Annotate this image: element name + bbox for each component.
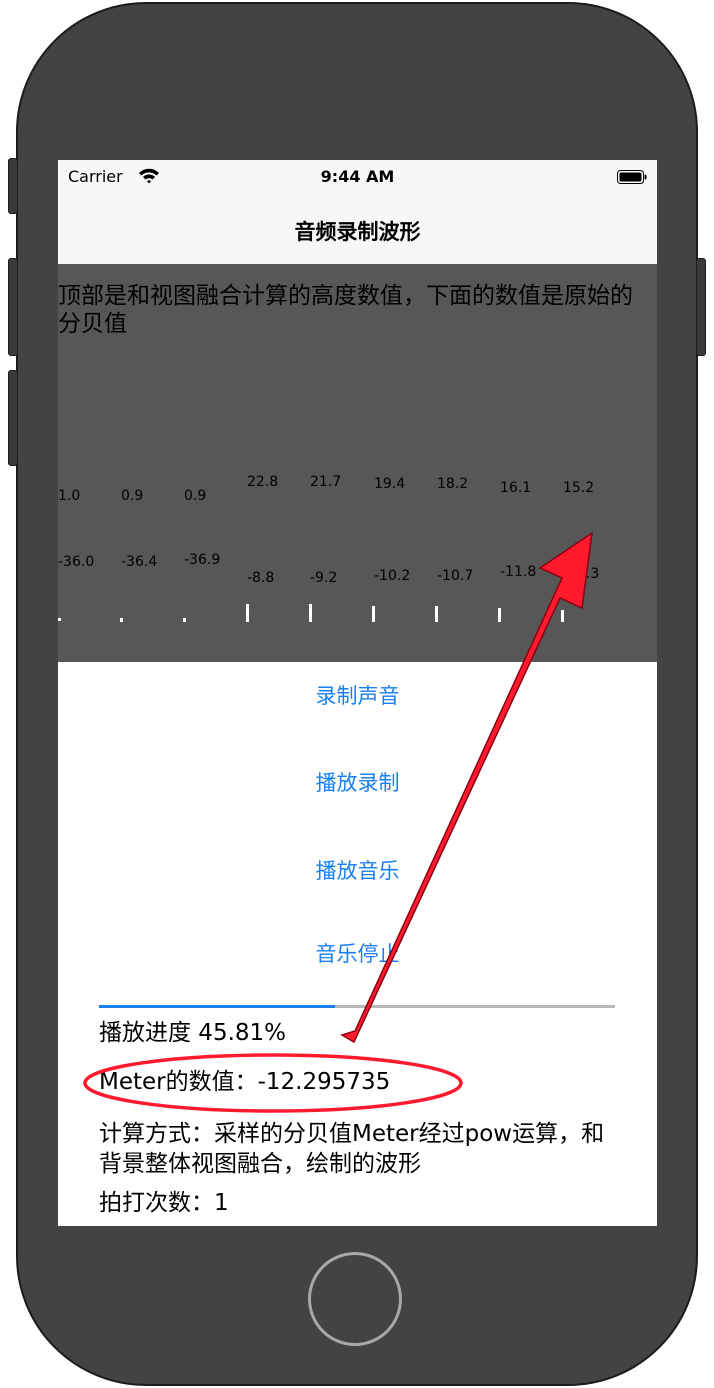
waveform-decibel-value: -10.7 <box>437 568 474 584</box>
waveform-height-value: 0.9 <box>184 488 207 504</box>
waveform-bar <box>372 606 375 622</box>
waveform-description: 顶部是和视图融合计算的高度数值，下面的数值是原始的分贝值 <box>58 283 633 337</box>
waveform-height-value: 0.9 <box>121 488 144 504</box>
record-button[interactable]: 录制声音 <box>58 676 657 716</box>
meter-value-label: Meter的数值：-12.295735 <box>99 1069 391 1095</box>
navigation-bar: 音频录制波形 <box>58 196 657 264</box>
waveform-height-value: 21.7 <box>310 474 342 490</box>
waveform-decibel-value: -36.9 <box>184 552 221 568</box>
waveform-height-value: 15.2 <box>563 480 595 496</box>
home-button[interactable] <box>308 1252 402 1346</box>
battery-icon <box>617 170 647 184</box>
calculation-method-label: 计算方式：采样的分贝值Meter经过pow运算，和背景整体视图融合，绘制的波形 <box>99 1121 605 1177</box>
status-time: 9:44 AM <box>320 167 395 186</box>
waveform-bar <box>498 608 501 622</box>
waveform-bar <box>561 610 564 622</box>
waveform-decibel-value: -10.2 <box>374 568 411 584</box>
page-title: 音频录制波形 <box>294 220 421 244</box>
power-button <box>696 258 706 356</box>
play-recording-button[interactable]: 播放录制 <box>58 763 657 803</box>
volume-up-button <box>8 258 18 356</box>
waveform-decibel-value: -9.2 <box>310 570 338 586</box>
waveform-height-value: 18.2 <box>437 476 469 492</box>
mute-switch <box>8 158 18 214</box>
status-bar: Carrier 9:44 AM <box>58 160 657 196</box>
waveform-bar <box>58 618 61 621</box>
waveform-decibel-value: -8.8 <box>247 570 275 586</box>
playback-progress-fill <box>99 1005 336 1008</box>
waveform-bar <box>435 606 438 622</box>
stop-music-button[interactable]: 音乐停止 <box>58 934 657 974</box>
waveform-height-value: 22.8 <box>247 474 279 490</box>
waveform-bar <box>183 618 186 622</box>
play-music-button[interactable]: 播放音乐 <box>58 851 657 891</box>
waveform-decibel-value: -11.8 <box>500 564 537 580</box>
waveform-bar <box>120 618 123 622</box>
waveform-view: 顶部是和视图融合计算的高度数值，下面的数值是原始的分贝值 1.0 -36.0 0.9… <box>58 264 657 662</box>
screen: Carrier 9:44 AM 音频录制波形 顶部是和视图融合计算的高度数值，下… <box>58 160 657 1226</box>
volume-down-button <box>8 370 18 466</box>
waveform-decibel-value: -36.0 <box>58 554 95 570</box>
waveform-decibel-value: -12.3 <box>563 566 600 582</box>
playback-progress-label: 播放进度 45.81% <box>99 1020 287 1046</box>
waveform-height-value: 1.0 <box>58 488 81 504</box>
waveform-bar <box>309 604 312 622</box>
waveform-height-value: 19.4 <box>374 476 406 492</box>
playback-progress-bar <box>99 1005 615 1008</box>
waveform-decibel-value: -36.4 <box>121 554 158 570</box>
waveform-height-value: 16.1 <box>500 480 532 496</box>
tap-count-label: 拍打次数：1 <box>99 1190 229 1216</box>
waveform-bar <box>246 604 249 622</box>
